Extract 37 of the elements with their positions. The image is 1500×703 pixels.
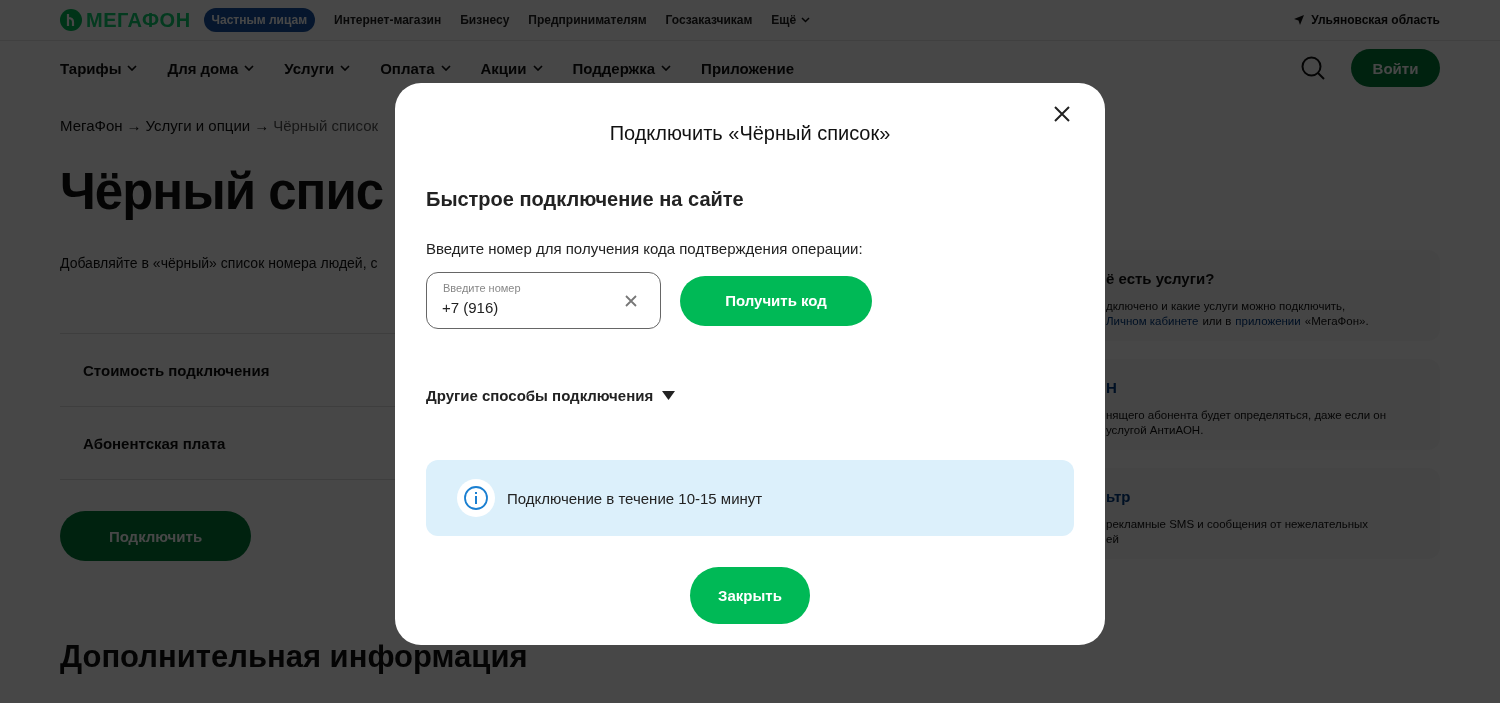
card-text: «МегаФон». [1304,314,1369,329]
card-text: или в [1202,314,1232,329]
clear-icon[interactable] [625,295,637,307]
get-code-button[interactable]: Получить код [680,275,872,326]
breadcrumb-link[interactable]: Услуги и опции [145,117,251,134]
field-label: Введите номер [443,282,521,294]
close-icon[interactable] [1054,106,1070,122]
card-title: ьтр [1106,488,1132,505]
close-button[interactable]: Закрыть [690,567,810,624]
card-title: ё есть услуги? [1106,270,1216,287]
phone-field[interactable]: Введите номер +7 (916) [426,272,661,329]
card-title: Н [1106,379,1118,396]
card-text: рекламные SMS и сообщения от нежелательных [1106,517,1369,532]
row-label[interactable]: Абонентская плата [83,434,226,452]
segment-tab[interactable]: Интернет-магазин [334,13,442,27]
breadcrumb-separator: → [254,117,270,134]
section-title: Дополнительная информация [60,639,528,675]
card-text: дключено и какие услуги можно подключить, [1106,299,1346,314]
segment-tab[interactable]: Предпринимателям [528,13,647,27]
card-text: услугой АнтиАОН. [1106,423,1204,438]
section-heading: Быстрое подключение на сайте [426,188,745,211]
breadcrumb-link[interactable]: МегаФон [60,117,123,134]
page-title: Чёрный спис [60,162,384,221]
info-text: Подключение в течение 10-15 минут [507,489,763,507]
other-methods-toggle[interactable]: Другие способы подключения [426,387,676,404]
intro-text: Добавляйте в «чёрный» список номера людей, с [60,255,378,271]
segment-tab[interactable]: Бизнесу [460,13,510,27]
prompt-text: Введите номер для получения кода подтверждения операции: [426,240,864,257]
card-link[interactable]: Личном кабинете [1106,314,1199,329]
region-link[interactable]: Ульяновская область [1311,13,1440,27]
card-text: нящего абонента будет определяться, даже если он [1106,408,1386,423]
modal-title: Подключить «Чёрный список» [609,122,891,145]
breadcrumb-separator: → [126,117,142,134]
segment-tab[interactable]: Госзаказчикам [665,13,753,27]
info-icon [456,478,496,518]
card-text: ей [1106,532,1119,547]
phone-input[interactable]: +7 (916) [442,299,592,316]
